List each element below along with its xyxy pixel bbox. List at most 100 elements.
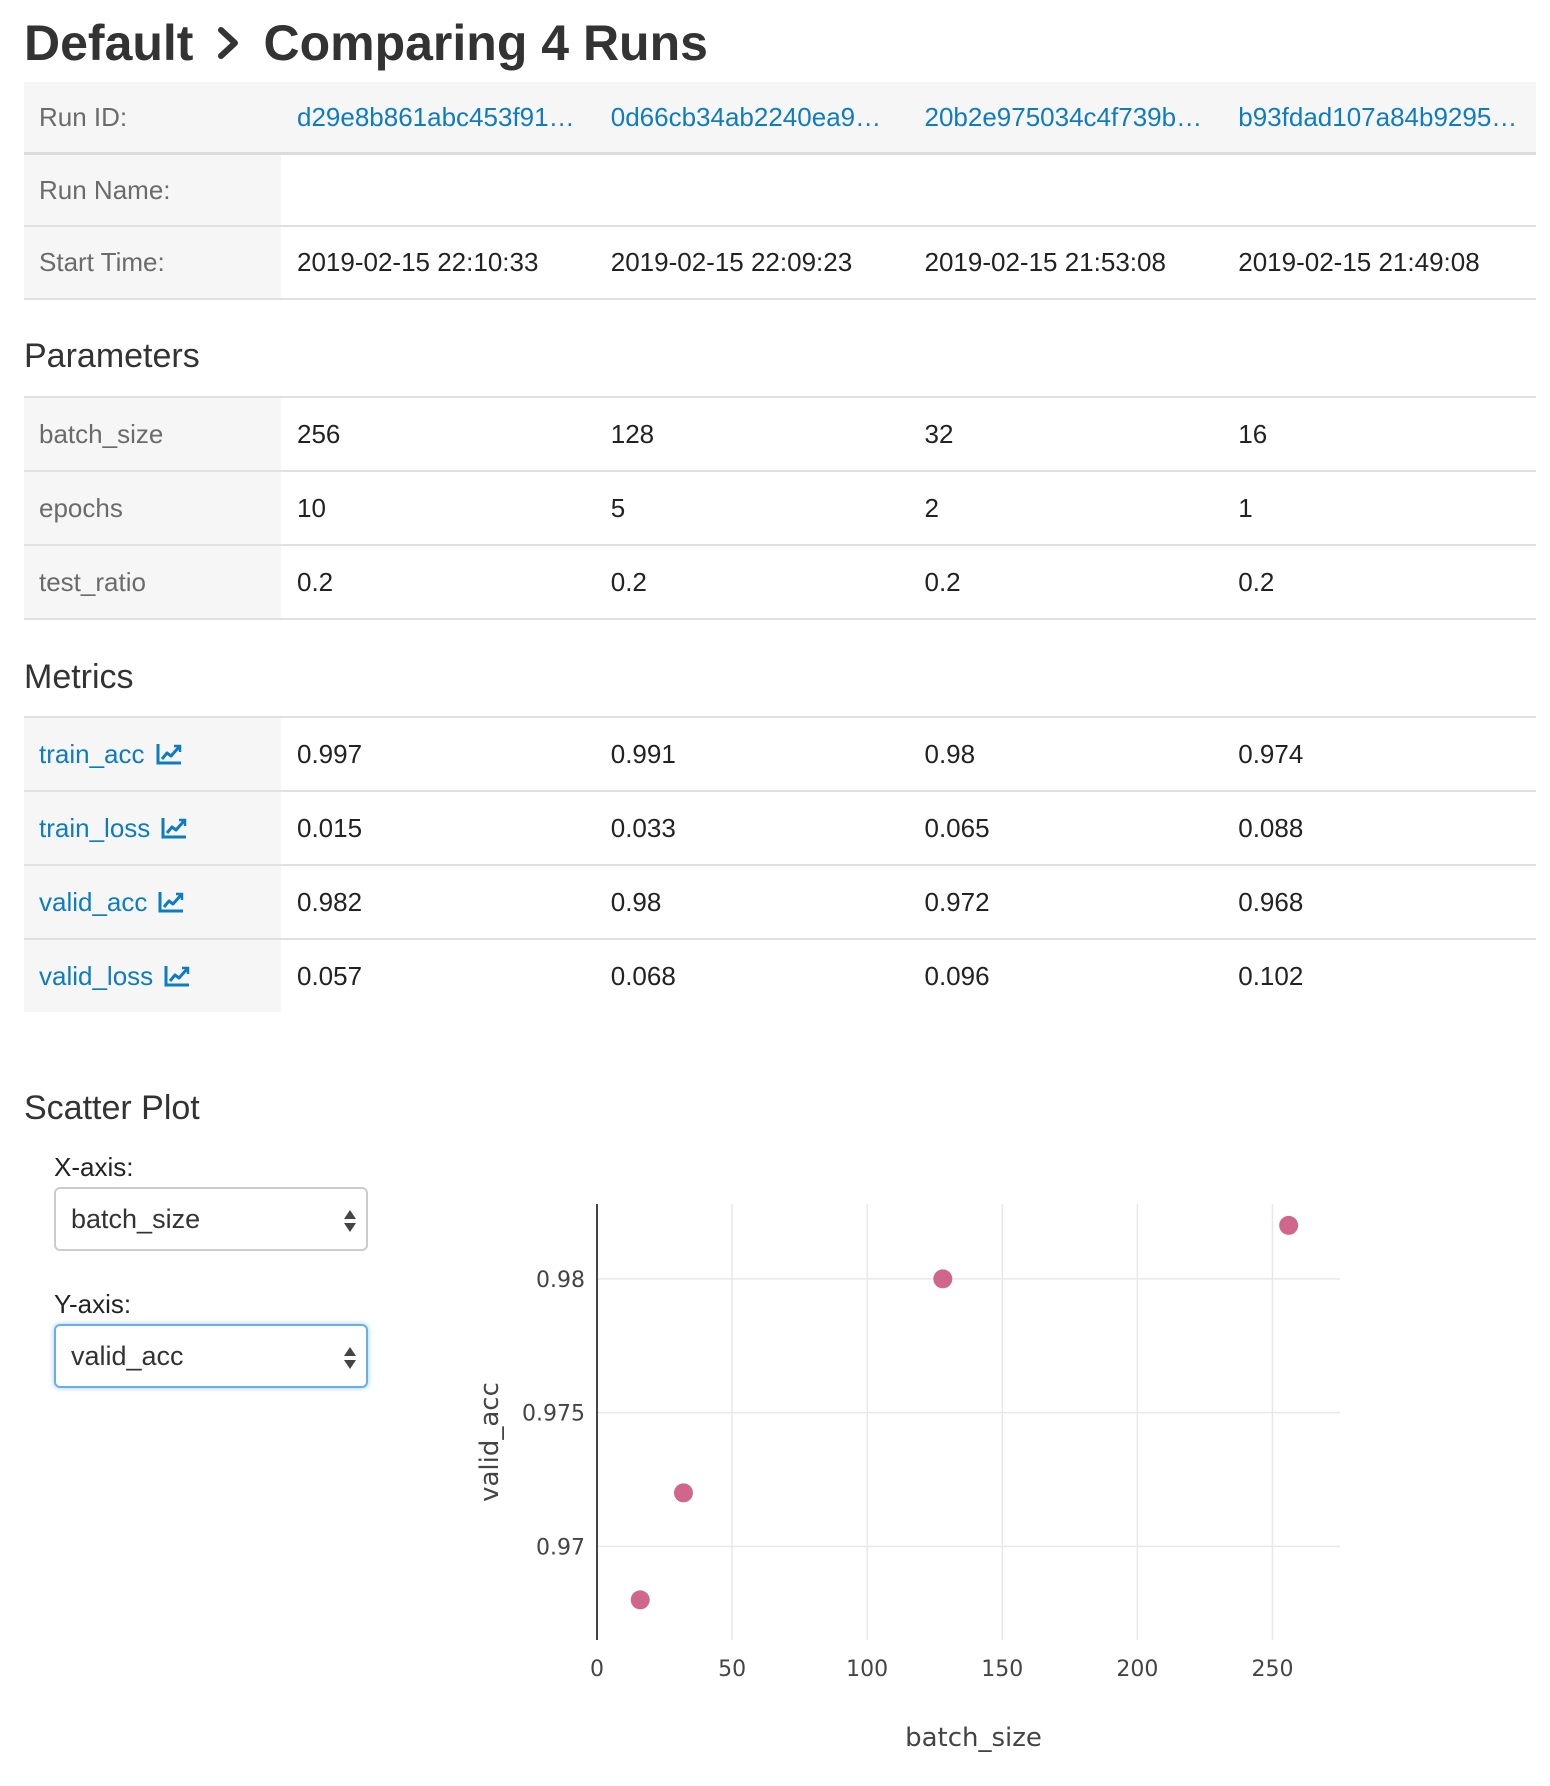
line-chart-icon[interactable] bbox=[156, 743, 182, 765]
x-tick-label: 200 bbox=[1116, 1657, 1158, 1682]
metric-value: 0.033 bbox=[594, 791, 909, 866]
metric-name: valid_loss bbox=[39, 960, 154, 991]
run-name-cell bbox=[594, 153, 909, 227]
metric-name-cell: valid_acc bbox=[24, 865, 281, 940]
metric-name: train_loss bbox=[39, 812, 151, 843]
line-chart-icon[interactable] bbox=[161, 817, 187, 839]
x-axis-title: batch_size bbox=[905, 1723, 1042, 1753]
param-value: 0.2 bbox=[281, 545, 595, 620]
breadcrumb-default-link[interactable]: Default bbox=[24, 14, 193, 72]
param-value: 128 bbox=[594, 396, 909, 472]
chevron-right-icon bbox=[209, 21, 249, 65]
y-axis-select-label: Y-axis: bbox=[54, 1289, 132, 1319]
run-id-row: Run ID: d29e8b861abc453f91… 0d66cb34ab22… bbox=[24, 82, 1536, 155]
metric-name: train_acc bbox=[39, 738, 145, 769]
y-tick-label: 0.97 bbox=[536, 1535, 585, 1560]
select-arrows-icon bbox=[342, 1344, 358, 1372]
param-name: epochs bbox=[24, 471, 281, 546]
run-id-link[interactable]: b93fdad107a84b9295… bbox=[1222, 82, 1536, 155]
metric-link-train-loss[interactable]: train_loss bbox=[39, 813, 187, 844]
line-chart-icon[interactable] bbox=[158, 891, 184, 913]
run-name-cell bbox=[908, 153, 1223, 227]
scatter-point bbox=[933, 1269, 953, 1289]
start-time-cell: 2019-02-15 22:10:33 bbox=[281, 226, 595, 300]
metric-row: valid_loss 0.057 0.068 0.096 0.102 bbox=[24, 939, 1536, 1012]
start-time-row: Start Time: 2019-02-15 22:10:33 2019-02-… bbox=[24, 226, 1536, 300]
metrics-heading: Metrics bbox=[24, 658, 134, 696]
metric-value: 0.982 bbox=[281, 865, 595, 940]
param-value: 256 bbox=[281, 396, 595, 472]
start-time-label: Start Time: bbox=[24, 226, 281, 300]
metric-value: 0.974 bbox=[1222, 716, 1536, 792]
metric-value: 0.997 bbox=[281, 716, 595, 792]
metric-name: valid_acc bbox=[39, 886, 148, 917]
param-value: 1 bbox=[1222, 471, 1536, 546]
metric-name-cell: train_acc bbox=[24, 716, 281, 792]
select-arrows-icon bbox=[342, 1207, 358, 1235]
run-id-link[interactable]: d29e8b861abc453f91… bbox=[281, 82, 595, 155]
metric-row: valid_acc 0.982 0.98 0.972 0.968 bbox=[24, 865, 1536, 940]
scatter-point bbox=[673, 1483, 693, 1503]
metric-value: 0.057 bbox=[297, 960, 363, 991]
page-header: Default Comparing 4 Runs bbox=[24, 14, 708, 72]
param-value: 10 bbox=[281, 471, 595, 546]
y-axis-select[interactable]: valid_acc bbox=[54, 1324, 368, 1388]
start-time-cell: 2019-02-15 21:49:08 bbox=[1222, 226, 1536, 300]
metric-value: 0.096 bbox=[924, 960, 990, 991]
run-name-row: Run Name: bbox=[24, 153, 1536, 227]
metric-value: 0.98 bbox=[594, 865, 909, 940]
param-value: 32 bbox=[908, 396, 1223, 472]
param-value: 0.2 bbox=[594, 545, 909, 620]
metric-value: 0.065 bbox=[908, 791, 1223, 866]
metric-value: 0.972 bbox=[908, 865, 1223, 940]
param-value: 0.2 bbox=[1222, 545, 1536, 620]
x-tick-label: 50 bbox=[718, 1657, 746, 1682]
metric-value: 0.968 bbox=[1222, 865, 1536, 940]
scatter-point bbox=[630, 1590, 650, 1610]
parameters-heading: Parameters bbox=[24, 337, 200, 375]
metric-row: train_loss 0.015 0.033 0.065 0.088 bbox=[24, 791, 1536, 866]
x-tick-label: 150 bbox=[981, 1657, 1023, 1682]
start-time-cell: 2019-02-15 21:53:08 bbox=[908, 226, 1223, 300]
metric-link-train-acc[interactable]: train_acc bbox=[39, 739, 182, 770]
start-time-cell: 2019-02-15 22:09:23 bbox=[594, 226, 909, 300]
run-id-label: Run ID: bbox=[24, 82, 281, 155]
param-value: 2 bbox=[908, 471, 1223, 546]
metric-name-cell: train_loss bbox=[24, 791, 281, 866]
metric-value: 0.088 bbox=[1222, 791, 1536, 866]
scatter-plot-heading: Scatter Plot bbox=[24, 1089, 200, 1127]
x-tick-label: 100 bbox=[846, 1657, 888, 1682]
run-name-label: Run Name: bbox=[24, 153, 281, 227]
param-row: epochs 10 5 2 1 bbox=[24, 471, 1536, 546]
run-name-cell bbox=[1222, 153, 1536, 227]
run-name-cell bbox=[281, 153, 595, 227]
runs-info-table: Run ID: d29e8b861abc453f91… 0d66cb34ab22… bbox=[24, 82, 1536, 300]
metric-value: 0.068 bbox=[610, 960, 676, 991]
metric-value: 0.991 bbox=[594, 716, 909, 792]
scatter-plot-chart: 0 50 100 150 200 250 0.97 0.975 0.98 batch_size va… bbox=[475, 1204, 1340, 1753]
run-id-link[interactable]: 0d66cb34ab2240ea9… bbox=[594, 82, 909, 155]
param-name: batch_size bbox=[24, 396, 281, 472]
metric-name-cell: valid_loss bbox=[24, 939, 281, 1012]
metric-link-valid-acc[interactable]: valid_acc bbox=[39, 887, 184, 918]
parameters-table: batch_size 256 128 32 16 epochs 10 5 2 1… bbox=[24, 396, 1536, 620]
y-tick-label: 0.98 bbox=[536, 1268, 585, 1293]
param-value: 5 bbox=[594, 471, 909, 546]
y-axis-selected-value: valid_acc bbox=[71, 1340, 184, 1371]
metric-value: 0.015 bbox=[281, 791, 595, 866]
x-axis-select[interactable]: batch_size bbox=[54, 1187, 368, 1251]
param-row: batch_size 256 128 32 16 bbox=[24, 396, 1536, 472]
metric-value: 0.102 bbox=[1238, 960, 1304, 991]
param-value: 0.2 bbox=[908, 545, 1223, 620]
param-value: 16 bbox=[1222, 396, 1536, 472]
param-name: test_ratio bbox=[24, 545, 281, 620]
x-tick-label: 0 bbox=[590, 1657, 604, 1682]
line-chart-icon[interactable] bbox=[164, 965, 190, 987]
run-id-link[interactable]: 20b2e975034c4f739b… bbox=[908, 82, 1223, 155]
scatter-point bbox=[1279, 1215, 1299, 1235]
metrics-table: train_acc 0.997 0.991 0.98 0.974 train_l… bbox=[24, 716, 1536, 1012]
page-title: Comparing 4 Runs bbox=[263, 15, 708, 71]
y-axis-title: valid_acc bbox=[475, 1382, 505, 1502]
metric-link-valid-loss[interactable]: valid_loss bbox=[39, 961, 190, 992]
param-row: test_ratio 0.2 0.2 0.2 0.2 bbox=[24, 545, 1536, 620]
